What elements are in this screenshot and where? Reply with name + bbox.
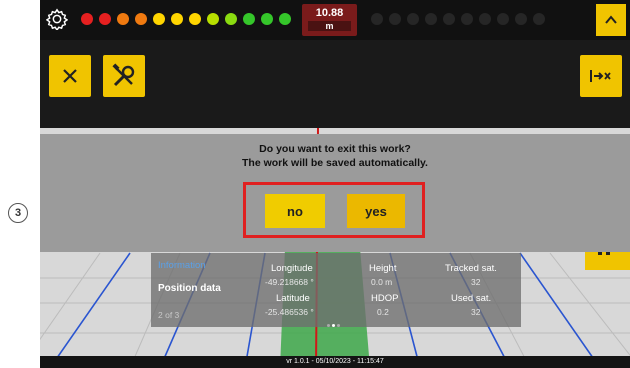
toolbar xyxy=(40,40,630,128)
arrow-to-bar-icon xyxy=(590,70,611,82)
chevron-up-icon xyxy=(605,15,617,24)
lightbar-led xyxy=(81,13,93,25)
lightbar-led xyxy=(189,13,201,25)
information-panel[interactable]: Information Position data 2 of 3 Longitu… xyxy=(151,253,521,327)
height-label: Height xyxy=(369,263,397,274)
lightbar-led xyxy=(279,13,291,25)
lightbar-led xyxy=(153,13,165,25)
tools-button[interactable] xyxy=(103,55,145,97)
lightbar-led xyxy=(443,13,455,25)
height-value: 0.0 m xyxy=(371,277,393,287)
exit-confirmation-dialog: Do you want to exit this work? The work … xyxy=(40,134,630,252)
lightbar-led xyxy=(261,13,273,25)
version-footer: vr 1.0.1 - 05/10/2023 - 11:15:47 xyxy=(40,356,630,368)
lightbar-led xyxy=(135,13,147,25)
tracked-sat-value: 32 xyxy=(471,277,481,287)
info-page-indicator: 2 of 3 xyxy=(158,310,180,320)
lightbar-led xyxy=(425,13,437,25)
dialog-question: Do you want to exit this work? xyxy=(259,143,411,155)
info-tab-label[interactable]: Information xyxy=(158,260,206,271)
used-sat-value: 32 xyxy=(471,307,481,317)
lightbar-led xyxy=(389,13,401,25)
hdop-label: HDOP xyxy=(371,293,399,304)
hdop-value: 0.2 xyxy=(377,307,389,317)
dialog-note: The work will be saved automatically. xyxy=(242,157,428,169)
lightbar-led xyxy=(461,13,473,25)
dialog-message: Do you want to exit this work? The work … xyxy=(40,142,630,170)
no-button[interactable]: no xyxy=(265,194,325,228)
distance-value: 10.88 xyxy=(315,7,344,19)
expand-button[interactable] xyxy=(596,4,626,36)
lightbar-led xyxy=(225,13,237,25)
tracked-sat-label: Tracked sat. xyxy=(445,263,497,274)
yes-button[interactable]: yes xyxy=(347,194,405,228)
latitude-label: Latitude xyxy=(276,293,310,304)
status-bar: 10.88 m xyxy=(40,0,630,40)
step-number-badge: 3 xyxy=(8,203,28,223)
latitude-value: -25.486536 ° xyxy=(265,307,314,317)
gear-icon[interactable] xyxy=(46,8,68,30)
exit-guidance-button[interactable] xyxy=(580,55,622,97)
longitude-value: -49.218668 ° xyxy=(265,277,314,287)
lightbar-led xyxy=(171,13,183,25)
lightbar-led xyxy=(407,13,419,25)
longitude-label: Longitude xyxy=(271,263,313,274)
lightbar-led xyxy=(99,13,111,25)
info-section-label: Position data xyxy=(158,283,221,294)
page-dots xyxy=(327,319,340,329)
lightbar-led xyxy=(497,13,509,25)
lightbar-led xyxy=(515,13,527,25)
lightbar-led xyxy=(207,13,219,25)
distance-readout: 10.88 m xyxy=(302,4,357,36)
lightbar-led xyxy=(117,13,129,25)
close-work-button[interactable] xyxy=(49,55,91,97)
lightbar-led xyxy=(479,13,491,25)
app-screen: 10.88 m Do you want to exit this work? T… xyxy=(40,0,630,368)
wrench-screwdriver-icon xyxy=(112,63,135,87)
lightbar-led xyxy=(371,13,383,25)
close-icon xyxy=(63,69,77,83)
lightbar-led xyxy=(533,13,545,25)
distance-unit: m xyxy=(308,21,351,31)
used-sat-label: Used sat. xyxy=(451,293,492,304)
lightbar-led xyxy=(243,13,255,25)
